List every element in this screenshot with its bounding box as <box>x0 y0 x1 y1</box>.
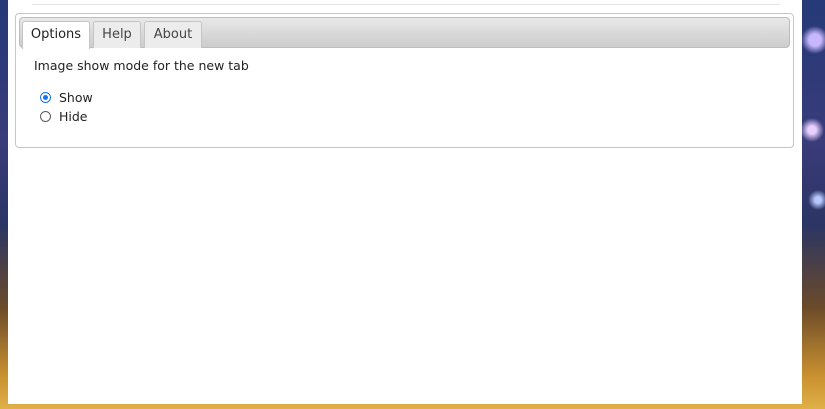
tabs-container: Options Help About Image show mode for t… <box>15 13 794 148</box>
top-divider <box>32 4 780 5</box>
panel-title: Image show mode for the new tab <box>34 58 249 73</box>
tab-options[interactable]: Options <box>22 21 90 49</box>
radio-option-hide[interactable]: Hide <box>40 109 88 124</box>
tab-bar: Options Help About <box>19 17 790 49</box>
radio-button-show[interactable] <box>40 92 51 103</box>
radio-label-show: Show <box>59 90 93 105</box>
options-window: Options Help About Image show mode for t… <box>8 0 802 404</box>
radio-option-show[interactable]: Show <box>40 90 93 105</box>
tab-help[interactable]: Help <box>93 21 141 48</box>
tab-about[interactable]: About <box>144 21 202 48</box>
radio-button-hide[interactable] <box>40 111 51 122</box>
radio-label-hide: Hide <box>59 109 88 124</box>
